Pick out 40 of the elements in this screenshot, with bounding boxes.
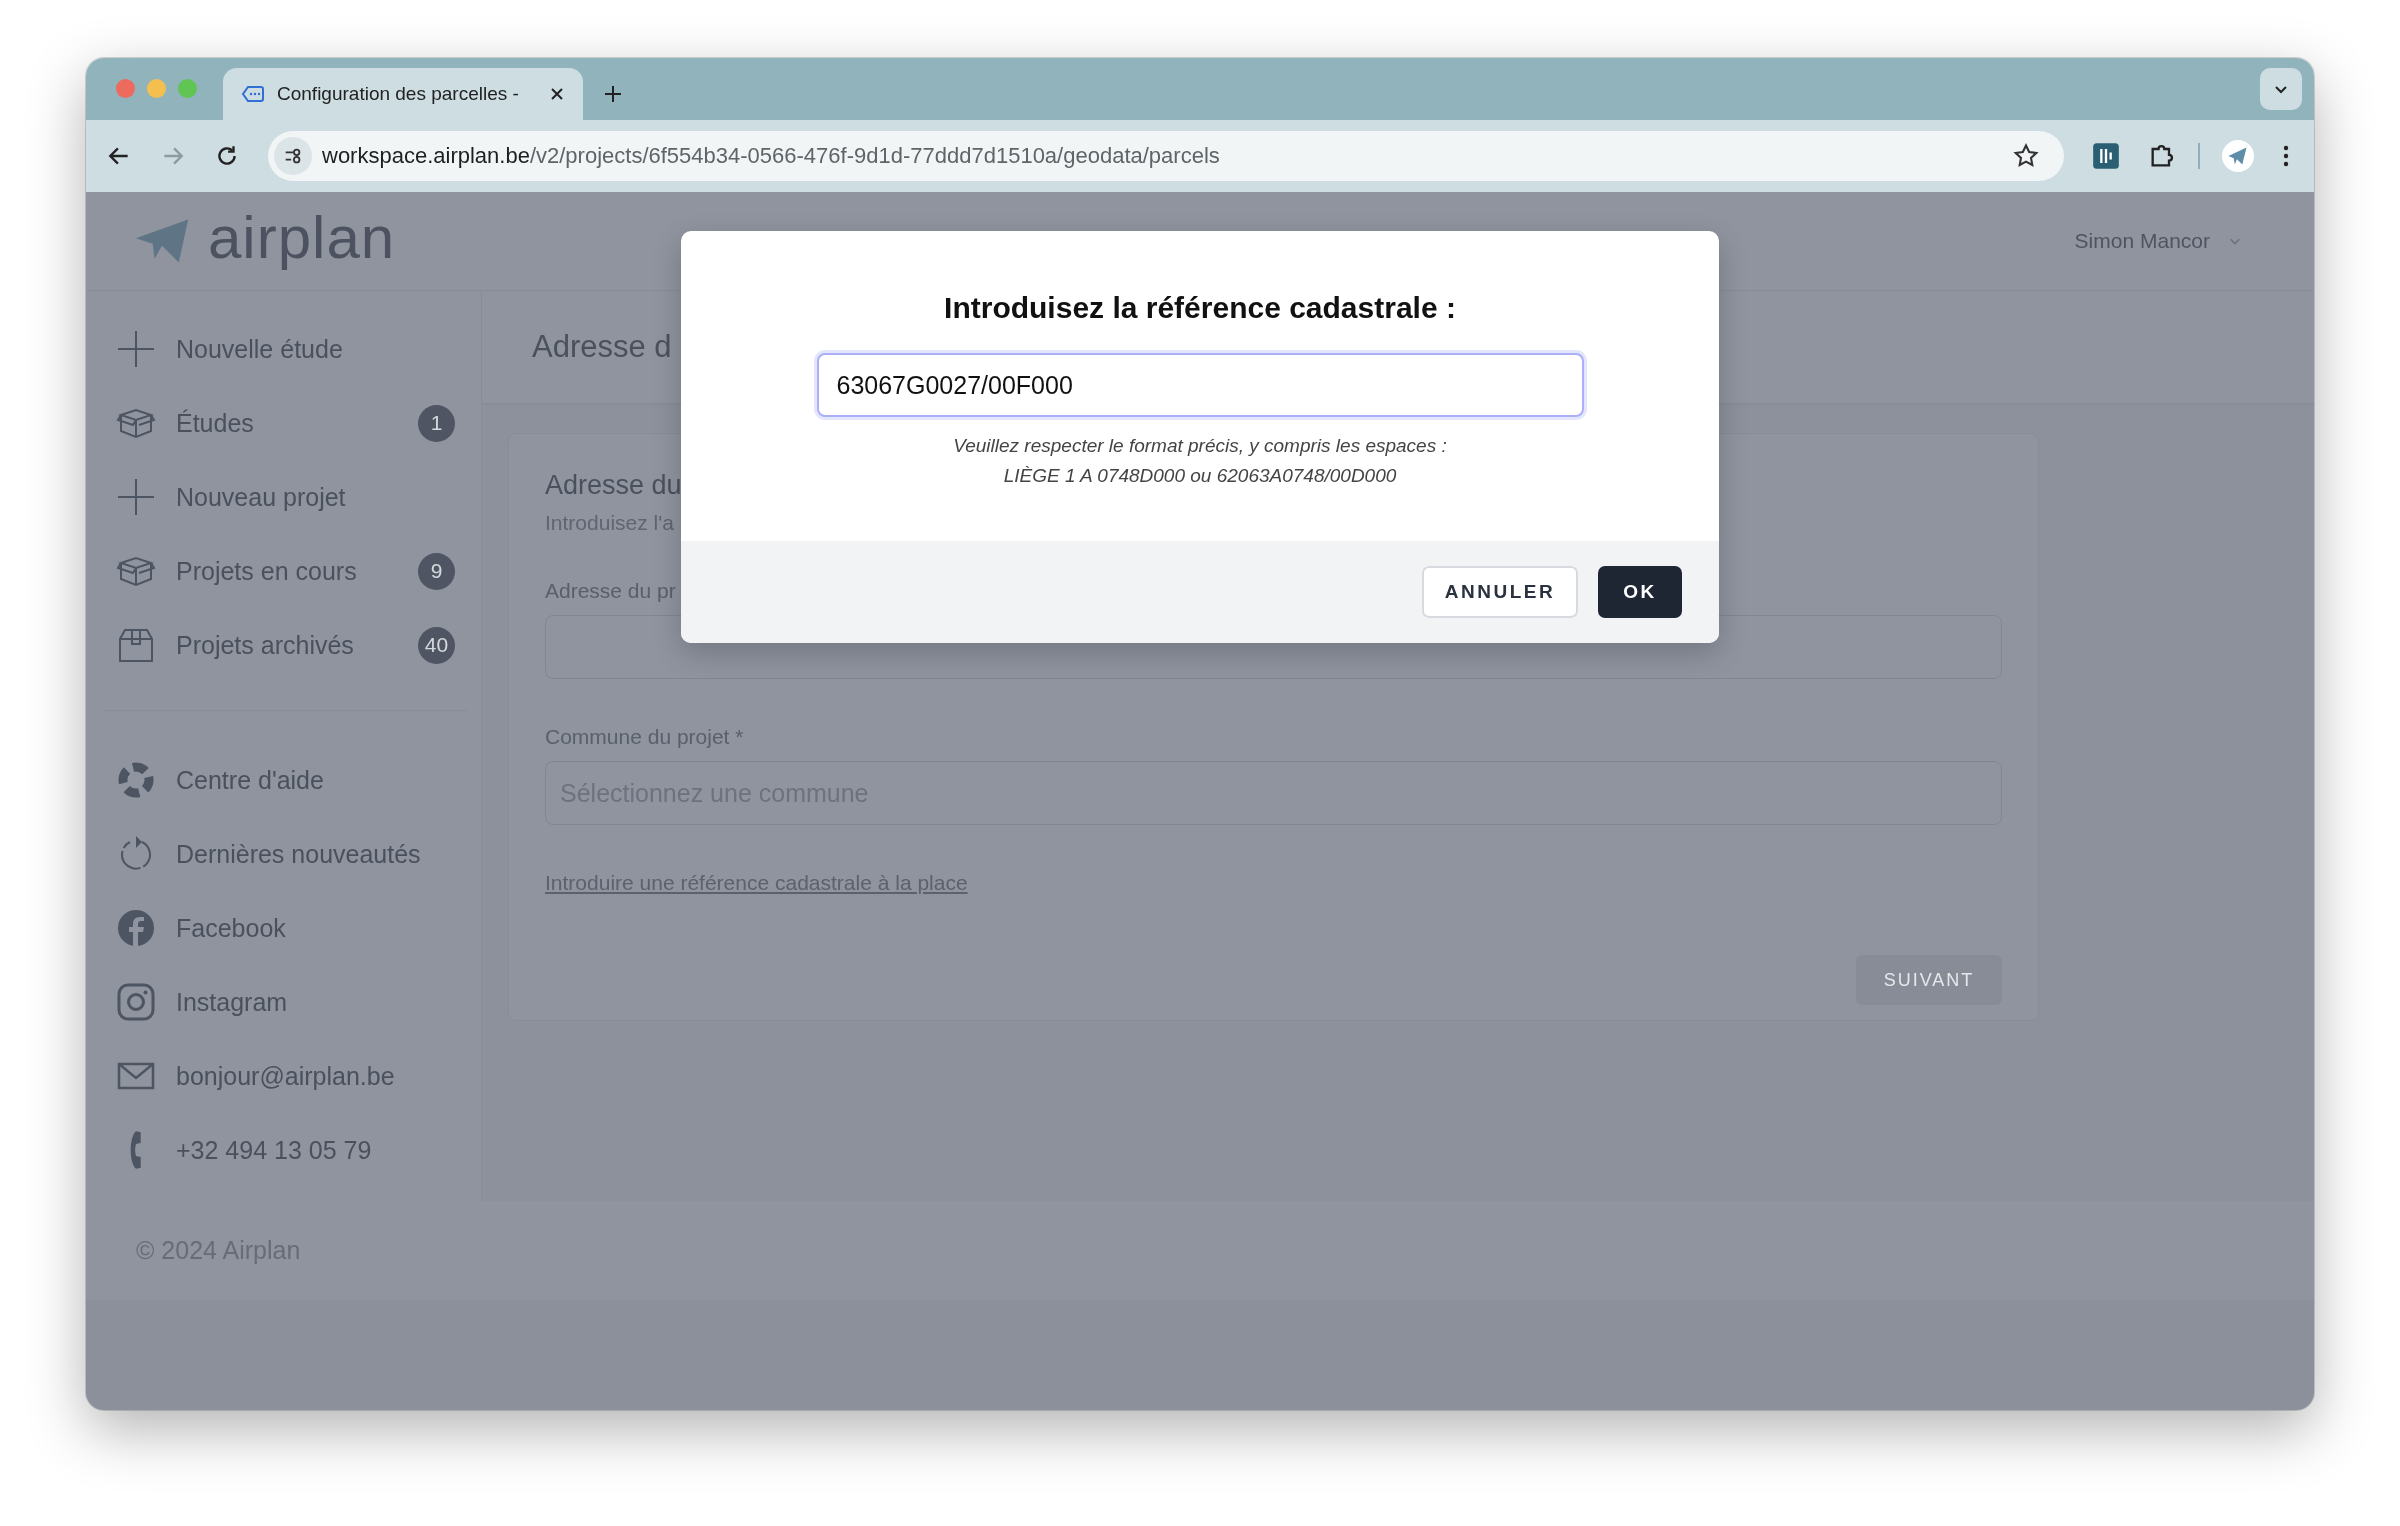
sidebar-link[interactable]: bonjour@airplan.be bbox=[116, 1039, 481, 1113]
extension-icon[interactable] bbox=[2092, 142, 2120, 170]
sidebar-item[interactable]: Nouveau projet bbox=[116, 460, 481, 534]
sidebar-item[interactable]: Projets archivés 40 bbox=[116, 608, 481, 682]
lifebuoy-icon bbox=[116, 760, 156, 800]
dialog-title: Introduisez la référence cadastrale : bbox=[944, 291, 1456, 325]
facebook-icon bbox=[116, 908, 156, 948]
sidebar-item[interactable]: Projets en cours 9 bbox=[116, 534, 481, 608]
instagram-icon bbox=[116, 982, 156, 1022]
profile-avatar-icon[interactable] bbox=[2222, 140, 2254, 172]
sidebar-item[interactable]: Nouvelle étude bbox=[116, 312, 481, 386]
ok-button[interactable]: OK bbox=[1598, 566, 1682, 618]
count-badge: 9 bbox=[418, 552, 455, 590]
input-field[interactable]: 63067G0027/00F000 bbox=[816, 353, 1584, 417]
phone-icon bbox=[130, 1130, 142, 1170]
more-menu-icon[interactable] bbox=[2282, 143, 2290, 169]
sidebar-link[interactable]: Instagram bbox=[116, 965, 481, 1039]
site-settings-icon[interactable] bbox=[274, 137, 312, 175]
browser-tab[interactable]: Configuration des parcelles - bbox=[223, 68, 583, 120]
plus-icon bbox=[116, 477, 156, 517]
page-title: Adresse d bbox=[532, 329, 672, 365]
cancel-button[interactable]: ANNULER bbox=[1422, 566, 1578, 618]
logo-text: airplan bbox=[208, 202, 396, 272]
count-badge: 1 bbox=[418, 404, 455, 442]
close-icon[interactable] bbox=[549, 86, 565, 102]
sidebar-link[interactable]: Centre d'aide bbox=[116, 743, 481, 817]
sidebar-link[interactable]: Facebook bbox=[116, 891, 481, 965]
sidebar-link[interactable]: +32 494 13 05 79 bbox=[116, 1113, 481, 1187]
hint-text: Veuillez respecter le format précis, y compris les espaces : bbox=[953, 434, 1447, 458]
count-badge: 40 bbox=[418, 626, 455, 664]
star-icon[interactable] bbox=[2012, 142, 2040, 170]
new-tab-icon[interactable] bbox=[603, 84, 623, 104]
sidebar-link[interactable]: Dernières nouveautés bbox=[116, 817, 481, 891]
paper-plane-icon bbox=[134, 217, 190, 265]
user-menu[interactable]: Simon Mancor bbox=[2068, 228, 2248, 254]
tab-title: Configuration des parcelles - bbox=[277, 83, 520, 105]
card-title: Adresse du bbox=[545, 470, 682, 501]
plus-icon bbox=[116, 329, 156, 369]
sidebar-item[interactable]: Études 1 bbox=[116, 386, 481, 460]
hint-text: LIÈGE 1 A 0748D000 ou 62063A0748/00D000 bbox=[1003, 464, 1397, 488]
